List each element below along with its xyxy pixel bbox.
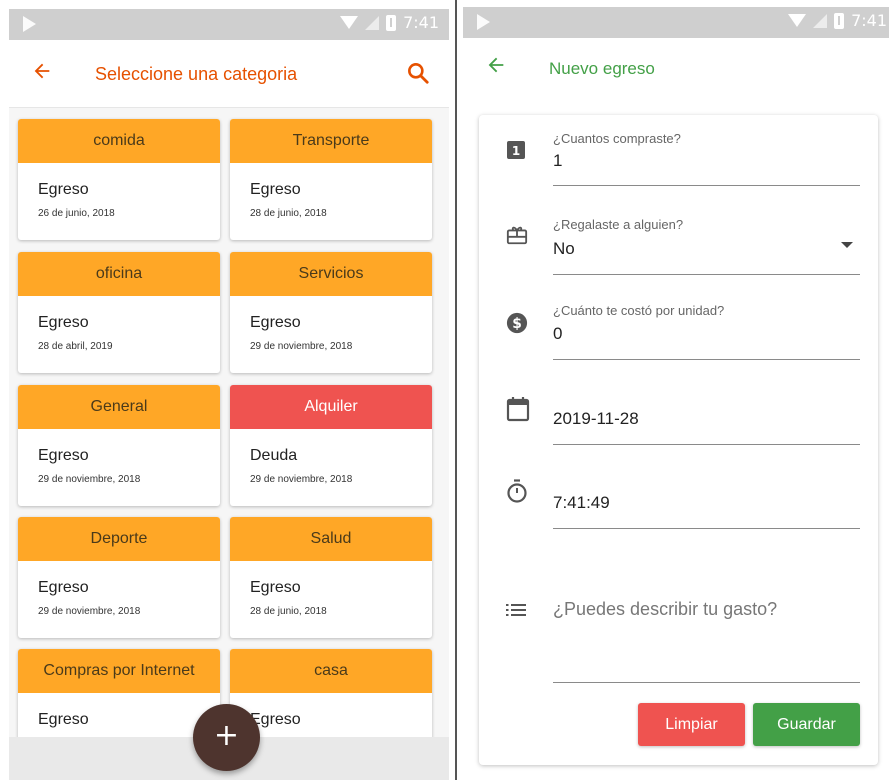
category-card[interactable]: Deporte Egreso 29 de noviembre, 2018: [18, 517, 220, 638]
category-date: 29 de noviembre, 2018: [250, 474, 353, 485]
category-name: Alquiler: [230, 385, 432, 429]
date-value: 2019-11-28: [553, 409, 639, 428]
category-card[interactable]: casa Egreso: [230, 649, 432, 737]
category-card[interactable]: comida Egreso 26 de junio, 2018: [18, 119, 220, 240]
back-arrow-icon[interactable]: [485, 54, 507, 80]
category-card[interactable]: Servicios Egreso 29 de noviembre, 2018: [230, 252, 432, 373]
description-field[interactable]: ¿Puedes describir tu gasto?: [553, 593, 860, 683]
status-bar: 7:41: [463, 7, 889, 38]
quantity-label: ¿Cuantos compraste?: [553, 131, 681, 146]
category-name: Compras por Internet: [18, 649, 220, 693]
back-arrow-icon[interactable]: [31, 60, 53, 86]
dollar-circle-icon: $: [506, 312, 528, 334]
wifi-icon: [788, 14, 807, 27]
status-time: 7:41: [851, 11, 887, 30]
new-expense-screen: 7:41 Nuevo egreso 1 ¿Cuantos compraste? …: [463, 0, 889, 780]
category-date: 28 de junio, 2018: [250, 606, 327, 617]
signal-icon: [365, 15, 380, 30]
category-date: 29 de noviembre, 2018: [250, 341, 353, 352]
category-grid: comida Egreso 26 de junio, 2018 Transporte E…: [9, 108, 449, 737]
category-date: 29 de noviembre, 2018: [38, 474, 141, 485]
date-field[interactable]: 2019-11-28: [553, 393, 860, 445]
gift-card-icon: [506, 224, 528, 246]
wifi-icon: [340, 16, 359, 29]
category-kind: Egreso: [38, 579, 89, 596]
screen-divider: [455, 0, 457, 780]
time-value: 7:41:49: [553, 493, 610, 512]
gift-value: No: [553, 239, 575, 258]
category-date: 28 de abril, 2019: [38, 341, 113, 352]
category-card[interactable]: Salud Egreso 28 de junio, 2018: [230, 517, 432, 638]
category-card[interactable]: oficina Egreso 28 de abril, 2019: [18, 252, 220, 373]
category-name: General: [18, 385, 220, 429]
category-kind: Egreso: [250, 579, 301, 596]
numbered-box-icon: 1: [506, 140, 528, 162]
app-bar: Nuevo egreso: [463, 38, 889, 100]
category-name: Deporte: [18, 517, 220, 561]
category-card[interactable]: Alquiler Deuda 29 de noviembre, 2018: [230, 385, 432, 506]
stopwatch-icon: [506, 479, 528, 503]
category-kind: Egreso: [38, 447, 89, 464]
category-name: Servicios: [230, 252, 432, 296]
battery-icon: [834, 12, 845, 29]
svg-text:1: 1: [512, 144, 520, 158]
app-bar: Seleccione una categoria: [9, 40, 449, 108]
unit-cost-value: 0: [553, 324, 563, 343]
list-icon: [506, 602, 528, 624]
quantity-value: 1: [553, 151, 563, 170]
status-bar: 7:41: [9, 9, 449, 40]
category-card[interactable]: Compras por Internet Egreso: [18, 649, 220, 737]
category-date: 28 de junio, 2018: [250, 208, 327, 219]
description-placeholder: ¿Puedes describir tu gasto?: [553, 599, 778, 619]
gift-select[interactable]: ¿Regalaste a alguien? No: [553, 217, 860, 275]
signal-icon: [813, 13, 828, 28]
search-icon[interactable]: [405, 60, 431, 86]
category-name: casa: [230, 649, 432, 693]
category-card[interactable]: General Egreso 29 de noviembre, 2018: [18, 385, 220, 506]
add-category-fab[interactable]: +: [193, 704, 260, 771]
category-name: comida: [18, 119, 220, 163]
calendar-icon: [506, 396, 530, 422]
category-name: oficina: [18, 252, 220, 296]
category-date: 26 de junio, 2018: [38, 208, 115, 219]
unit-cost-field[interactable]: ¿Cuánto te costó por unidad? 0: [553, 303, 860, 360]
page-title: Nuevo egreso: [549, 59, 655, 78]
category-kind: Egreso: [250, 181, 301, 198]
gift-label: ¿Regalaste a alguien?: [553, 217, 684, 232]
category-kind: Egreso: [38, 711, 89, 728]
page-title: Seleccione una categoria: [95, 64, 298, 84]
categories-screen: 7:41 Seleccione una categoria comida Egre…: [0, 0, 449, 780]
expense-form: 1 ¿Cuantos compraste? 1 ¿Regalaste a alg…: [479, 115, 878, 765]
time-field[interactable]: 7:41:49: [553, 477, 860, 529]
category-name: Salud: [230, 517, 432, 561]
svg-text:$: $: [512, 316, 522, 332]
chevron-down-icon[interactable]: [841, 242, 853, 248]
quantity-field[interactable]: ¿Cuantos compraste? 1: [553, 129, 860, 186]
category-name: Transporte: [230, 119, 432, 163]
battery-icon: [386, 14, 397, 31]
category-kind: Egreso: [38, 314, 89, 331]
unit-cost-label: ¿Cuánto te costó por unidad?: [553, 303, 725, 318]
category-card[interactable]: Transporte Egreso 28 de junio, 2018: [230, 119, 432, 240]
play-notification-icon: [23, 16, 36, 32]
category-kind: Deuda: [250, 447, 298, 464]
category-kind: Egreso: [38, 181, 89, 198]
category-date: 29 de noviembre, 2018: [38, 606, 141, 617]
status-time: 7:41: [403, 13, 439, 32]
save-button[interactable]: Guardar: [753, 703, 860, 746]
category-kind: Egreso: [250, 314, 301, 331]
clear-button[interactable]: Limpiar: [638, 703, 745, 746]
play-notification-icon: [477, 14, 490, 30]
